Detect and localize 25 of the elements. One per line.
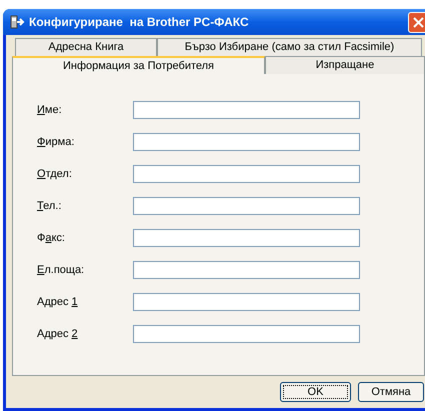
field-label: Име: <box>37 102 63 118</box>
field-label: Отдел: <box>37 166 73 182</box>
field-label: Фирма: <box>37 134 76 150</box>
field-label: Тел.: <box>37 198 62 214</box>
input-field[interactable] <box>133 165 360 183</box>
input-field[interactable] <box>133 101 360 119</box>
field-label: Адрес 1 <box>37 294 79 310</box>
dialog-button[interactable]: Отмяна <box>358 382 424 402</box>
close-button[interactable] <box>408 12 425 32</box>
input-field[interactable] <box>133 229 360 247</box>
field-label: Факс: <box>37 230 66 246</box>
tab[interactable]: Адресна Книга <box>15 38 157 56</box>
dialog-button[interactable]: OK <box>280 382 351 402</box>
input-field[interactable] <box>133 325 360 343</box>
tab[interactable]: Изпращане <box>265 56 425 74</box>
tab[interactable]: Бързо Избиране (само за стил Facsimile) <box>157 38 422 56</box>
window-title: Конфигуриране на Brother PC-ФАКС <box>29 14 250 31</box>
input-field[interactable] <box>133 261 360 279</box>
input-field[interactable] <box>133 197 360 215</box>
close-icon <box>413 16 424 28</box>
input-field[interactable] <box>133 133 360 151</box>
input-field[interactable] <box>133 293 360 311</box>
tab[interactable]: Информация за Потребителя <box>12 56 265 74</box>
field-label: Ел.поща: <box>37 262 86 278</box>
field-label: Адрес 2 <box>37 326 79 342</box>
